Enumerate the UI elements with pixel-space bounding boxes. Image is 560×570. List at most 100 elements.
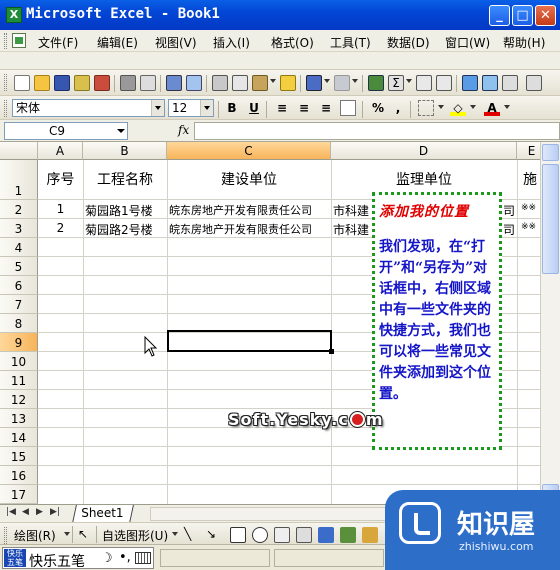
camera-icon[interactable] <box>526 75 542 91</box>
paste-icon[interactable] <box>252 75 268 91</box>
minimize-button[interactable]: _ <box>489 5 510 26</box>
chevron-down-icon[interactable] <box>64 532 70 536</box>
copy-icon[interactable] <box>232 75 248 91</box>
print-icon[interactable] <box>120 75 136 91</box>
font-size-select[interactable]: 12 <box>168 99 214 117</box>
wordart-icon[interactable] <box>318 527 334 543</box>
autosum-dropdown-icon[interactable] <box>406 79 412 83</box>
merge-center-icon[interactable] <box>340 100 356 116</box>
select-all-corner[interactable] <box>0 142 38 160</box>
menu-data[interactable]: 数据(D) <box>387 34 430 51</box>
align-center-icon[interactable]: ≡ <box>296 100 312 116</box>
hyperlink-icon[interactable] <box>368 75 384 91</box>
row-header-1[interactable]: 1 <box>0 160 38 200</box>
table-cell[interactable]: ※※ <box>521 203 540 213</box>
chart-wizard-icon[interactable] <box>462 75 478 91</box>
punctuation-icon[interactable]: •, <box>119 550 131 565</box>
menu-insert[interactable]: 插入(I) <box>213 34 250 51</box>
oval-icon[interactable] <box>252 527 268 543</box>
undo-dropdown-icon[interactable] <box>324 79 330 83</box>
table-cell[interactable]: 皖东房地产开发有限责任公司 <box>169 202 331 218</box>
prev-sheet-icon[interactable]: ◀ <box>22 507 29 517</box>
row-header-4[interactable]: 4 <box>0 238 38 257</box>
header-cell-developer[interactable]: 建设单位 <box>167 169 331 189</box>
align-right-icon[interactable]: ≡ <box>318 100 334 116</box>
workbook-icon[interactable] <box>12 33 26 48</box>
redo-dropdown-icon[interactable] <box>352 79 358 83</box>
table-cell[interactable]: 市科建 <box>333 202 373 219</box>
row-header-16[interactable]: 16 <box>0 466 38 485</box>
line-icon[interactable]: ╲ <box>184 527 191 541</box>
tab-sheet1[interactable]: Sheet1 <box>72 505 134 523</box>
row-header-12[interactable]: 12 <box>0 390 38 409</box>
draw-menu-button[interactable]: 绘图(R) <box>14 527 56 544</box>
chevron-down-icon[interactable] <box>200 100 213 116</box>
column-header-e[interactable]: E <box>517 142 540 160</box>
underline-button[interactable]: U <box>246 100 262 116</box>
column-header-c[interactable]: C <box>167 142 331 160</box>
select-objects-icon[interactable]: ↖ <box>78 527 88 541</box>
chevron-down-icon[interactable] <box>117 129 125 133</box>
font-color-icon[interactable]: A <box>484 100 500 116</box>
zoom-icon[interactable] <box>502 75 518 91</box>
row-header-15[interactable]: 15 <box>0 447 38 466</box>
row-header-14[interactable]: 14 <box>0 428 38 447</box>
menu-edit[interactable]: 编辑(E) <box>97 34 138 51</box>
chevron-down-icon[interactable] <box>172 532 178 536</box>
menu-window[interactable]: 窗口(W) <box>445 34 490 51</box>
ime-toolbar[interactable]: 快乐 五笔 快乐五笔 ☽ •, <box>2 547 154 570</box>
paste-dropdown-icon[interactable] <box>270 79 276 83</box>
first-sheet-icon[interactable]: |◀ <box>6 507 16 517</box>
menubar-grip[interactable] <box>4 33 7 49</box>
menu-view[interactable]: 视图(V) <box>155 34 197 51</box>
excel-app-icon[interactable]: X <box>6 7 22 23</box>
cut-icon[interactable] <box>212 75 228 91</box>
email-icon[interactable] <box>94 75 110 91</box>
row-header-7[interactable]: 7 <box>0 295 38 314</box>
sort-descending-icon[interactable] <box>436 75 452 91</box>
soft-keyboard-icon[interactable] <box>135 552 151 564</box>
scroll-thumb[interactable] <box>542 164 559 274</box>
menu-format[interactable]: 格式(O) <box>271 34 314 51</box>
permission-icon[interactable] <box>74 75 90 91</box>
diagram-icon[interactable] <box>340 527 356 543</box>
row-header-9[interactable]: 9 <box>0 333 38 352</box>
borders-icon[interactable] <box>418 100 434 116</box>
textbox-icon[interactable] <box>274 527 290 543</box>
column-header-a[interactable]: A <box>38 142 83 160</box>
menu-help[interactable]: 帮助(H) <box>503 34 545 51</box>
table-cell[interactable]: 1 <box>38 202 83 216</box>
scroll-up-icon[interactable] <box>542 144 559 161</box>
row-header-10[interactable]: 10 <box>0 352 38 371</box>
vertical-scrollbar[interactable] <box>540 142 560 504</box>
percent-style-button[interactable]: % <box>370 100 386 116</box>
formula-input[interactable] <box>194 122 560 140</box>
header-cell-project-name[interactable]: 工程名称 <box>83 169 167 189</box>
last-sheet-icon[interactable]: ▶| <box>50 507 60 517</box>
bold-button[interactable]: B <box>224 100 240 116</box>
fill-handle[interactable] <box>329 349 334 354</box>
row-header-17[interactable]: 17 <box>0 485 38 504</box>
borders-dropdown-icon[interactable] <box>438 105 444 109</box>
row-header-8[interactable]: 8 <box>0 314 38 333</box>
row-header-6[interactable]: 6 <box>0 276 38 295</box>
row-header-3[interactable]: 3 <box>0 219 38 238</box>
redo-icon[interactable] <box>334 75 350 91</box>
row-header-2[interactable]: 2 <box>0 200 38 219</box>
research-icon[interactable] <box>186 75 202 91</box>
clipart-icon[interactable] <box>362 527 378 543</box>
autoshapes-button[interactable]: 自选图形(U) <box>102 527 168 544</box>
open-icon[interactable] <box>34 75 50 91</box>
row-header-13[interactable]: 13 <box>0 409 38 428</box>
column-header-b[interactable]: B <box>83 142 167 160</box>
row-header-5[interactable]: 5 <box>0 257 38 276</box>
undo-icon[interactable] <box>306 75 322 91</box>
save-icon[interactable] <box>54 75 70 91</box>
rectangle-icon[interactable] <box>230 527 246 543</box>
new-icon[interactable] <box>14 75 30 91</box>
comma-style-button[interactable]: , <box>390 100 406 116</box>
align-left-icon[interactable]: ≡ <box>274 100 290 116</box>
maximize-button[interactable]: □ <box>512 5 533 26</box>
drawing-icon[interactable] <box>482 75 498 91</box>
table-cell[interactable]: 司 <box>503 202 517 219</box>
